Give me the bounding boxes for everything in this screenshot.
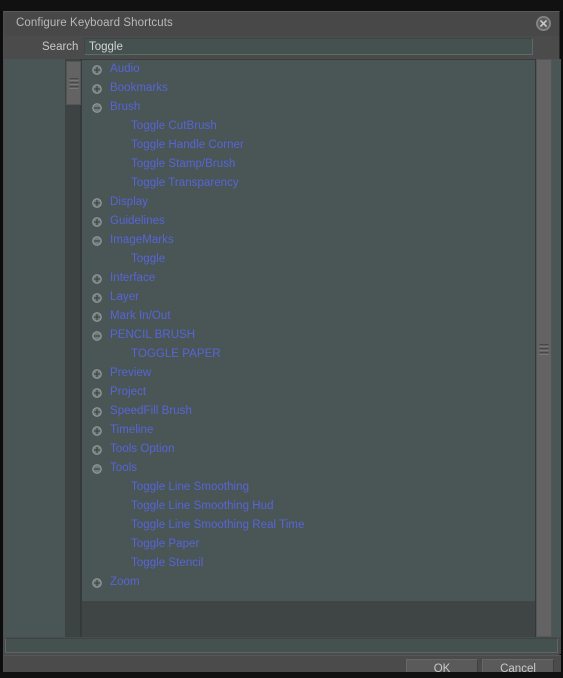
minus-circle-icon[interactable] <box>92 331 102 341</box>
shortcut-item-label: Toggle Stencil <box>131 557 204 569</box>
search-input[interactable] <box>84 38 533 55</box>
shortcut-item-label: ImageMarks <box>110 234 174 246</box>
shortcut-tree-item[interactable]: Toggle <box>82 250 535 269</box>
shortcut-tree-category[interactable]: Tools <box>82 459 535 478</box>
shortcut-tree-item[interactable]: Toggle Handle Corner <box>82 136 535 155</box>
plus-circle-icon[interactable] <box>92 65 102 75</box>
shortcut-item-label: Guidelines <box>110 215 165 227</box>
shortcut-item-label: Toggle <box>131 253 166 265</box>
plus-circle-icon[interactable] <box>92 445 102 455</box>
shortcut-item-label: Interface <box>110 272 156 284</box>
horizontal-scrollbar-row <box>4 637 561 654</box>
plus-circle-icon[interactable] <box>92 84 102 94</box>
shortcut-item-label: SpeedFill Brush <box>110 405 192 417</box>
shortcut-category-list-panel: Audio Bookmarks Brush Toggle CutBrush Toggle… <box>81 59 536 637</box>
search-label: Search <box>42 41 79 53</box>
shortcut-tree-category[interactable]: Preview <box>82 364 535 383</box>
plus-circle-icon[interactable] <box>92 312 102 322</box>
configure-keyboard-shortcuts-dialog: Configure Keyboard Shortcuts Search Togg… <box>3 11 561 677</box>
shortcut-item-label: Tools Option <box>110 443 175 455</box>
shortcut-item-label: Toggle Transparency <box>131 177 239 189</box>
shortcut-browser-body: Audio Bookmarks Brush Toggle CutBrush Toggle… <box>4 59 561 637</box>
shortcut-item-label: Toggle Paper <box>131 538 200 550</box>
shortcut-item-label: Display <box>110 196 149 208</box>
shortcut-tree-category[interactable]: Tools Option <box>82 440 535 459</box>
search-row: Search <box>4 36 559 59</box>
plus-circle-icon[interactable] <box>92 293 102 303</box>
plus-circle-icon[interactable] <box>92 578 102 588</box>
shortcut-item-label: Mark In/Out <box>110 310 171 322</box>
grip-icon <box>539 344 549 354</box>
shortcut-item-label: Bookmarks <box>110 82 168 94</box>
shortcut-tree-item[interactable]: Toggle Paper <box>82 535 535 554</box>
shortcut-tree-category[interactable]: Zoom <box>82 573 535 592</box>
shortcut-tree-item[interactable]: Toggle CutBrush <box>82 117 535 136</box>
shortcut-tree-category[interactable]: Bookmarks <box>82 79 535 98</box>
right-edge-filler <box>552 59 561 637</box>
shortcut-tree-category[interactable]: Display <box>82 193 535 212</box>
application-window: Configure Keyboard Shortcuts Search Togg… <box>0 0 563 678</box>
shortcut-item-label: Zoom <box>110 576 140 588</box>
dialog-title-bar: Configure Keyboard Shortcuts <box>4 12 559 36</box>
shortcut-tree: Audio Bookmarks Brush Toggle CutBrush Toggle… <box>82 60 535 592</box>
shortcut-tree-category[interactable]: Audio <box>82 60 535 79</box>
shortcut-tree-item[interactable]: Toggle Line Smoothing Real Time <box>82 516 535 535</box>
shortcut-tree-item[interactable]: TOGGLE PAPER <box>82 345 535 364</box>
left-scrollbar-thumb[interactable] <box>66 61 81 105</box>
shortcut-item-label: Toggle Line Smoothing Real Time <box>131 519 305 531</box>
plus-circle-icon[interactable] <box>92 388 102 398</box>
bottom-background-strip <box>0 672 563 678</box>
shortcut-item-label: Preview <box>110 367 152 379</box>
grip-icon <box>69 78 78 88</box>
plus-circle-icon[interactable] <box>92 217 102 227</box>
shortcut-item-label: Toggle Line Smoothing <box>131 481 250 493</box>
shortcut-item-label: Layer <box>110 291 140 303</box>
plus-circle-icon[interactable] <box>92 407 102 417</box>
top-background-strip <box>0 0 563 11</box>
shortcut-item-label: Timeline <box>110 424 154 436</box>
shortcut-tree-item[interactable]: Toggle Line Smoothing <box>82 478 535 497</box>
shortcut-tree-category[interactable]: Interface <box>82 269 535 288</box>
shortcut-tree-category[interactable]: Layer <box>82 288 535 307</box>
shortcut-tree-item[interactable]: Toggle Stencil <box>82 554 535 573</box>
right-scrollbar-thumb[interactable] <box>536 59 552 637</box>
shortcut-item-label: Brush <box>110 101 141 113</box>
shortcut-item-label: Tools <box>110 462 138 474</box>
shortcut-tree-item[interactable]: Toggle Transparency <box>82 174 535 193</box>
shortcut-tree-category[interactable]: Project <box>82 383 535 402</box>
shortcut-tree-category[interactable]: Timeline <box>82 421 535 440</box>
shortcut-list-viewport: Audio Bookmarks Brush Toggle CutBrush Toggle… <box>82 60 535 601</box>
minus-circle-icon[interactable] <box>92 464 102 474</box>
shortcut-item-label: Toggle Line Smoothing Hud <box>131 500 274 512</box>
close-icon[interactable] <box>536 16 551 31</box>
shortcut-tree-item[interactable]: Toggle Stamp/Brush <box>82 155 535 174</box>
shortcut-tree-category[interactable]: Guidelines <box>82 212 535 231</box>
shortcut-item-label: TOGGLE PAPER <box>131 348 221 360</box>
plus-circle-icon[interactable] <box>92 426 102 436</box>
shortcut-tree-category[interactable]: ImageMarks <box>82 231 535 250</box>
shortcut-item-label: Toggle Handle Corner <box>131 139 244 151</box>
shortcut-item-label: Toggle Stamp/Brush <box>131 158 236 170</box>
shortcut-tree-category[interactable]: Brush <box>82 98 535 117</box>
shortcut-tree-category[interactable]: SpeedFill Brush <box>82 402 535 421</box>
shortcut-tree-category[interactable]: Mark In/Out <box>82 307 535 326</box>
shortcut-item-label: PENCIL BRUSH <box>110 329 196 341</box>
plus-circle-icon[interactable] <box>92 198 102 208</box>
plus-circle-icon[interactable] <box>92 274 102 284</box>
left-vertical-scrollbar[interactable] <box>65 59 81 637</box>
minus-circle-icon[interactable] <box>92 236 102 246</box>
shortcut-item-label: Toggle CutBrush <box>131 120 217 132</box>
horizontal-scrollbar[interactable] <box>5 638 558 653</box>
minus-circle-icon[interactable] <box>92 103 102 113</box>
shortcut-tree-item[interactable]: Toggle Line Smoothing Hud <box>82 497 535 516</box>
shortcut-item-label: Audio <box>110 63 140 75</box>
shortcut-item-label: Project <box>110 386 147 398</box>
plus-circle-icon[interactable] <box>92 369 102 379</box>
right-vertical-scrollbar[interactable] <box>535 59 552 637</box>
dialog-title: Configure Keyboard Shortcuts <box>16 17 173 29</box>
shortcut-tree-category[interactable]: PENCIL BRUSH <box>82 326 535 345</box>
